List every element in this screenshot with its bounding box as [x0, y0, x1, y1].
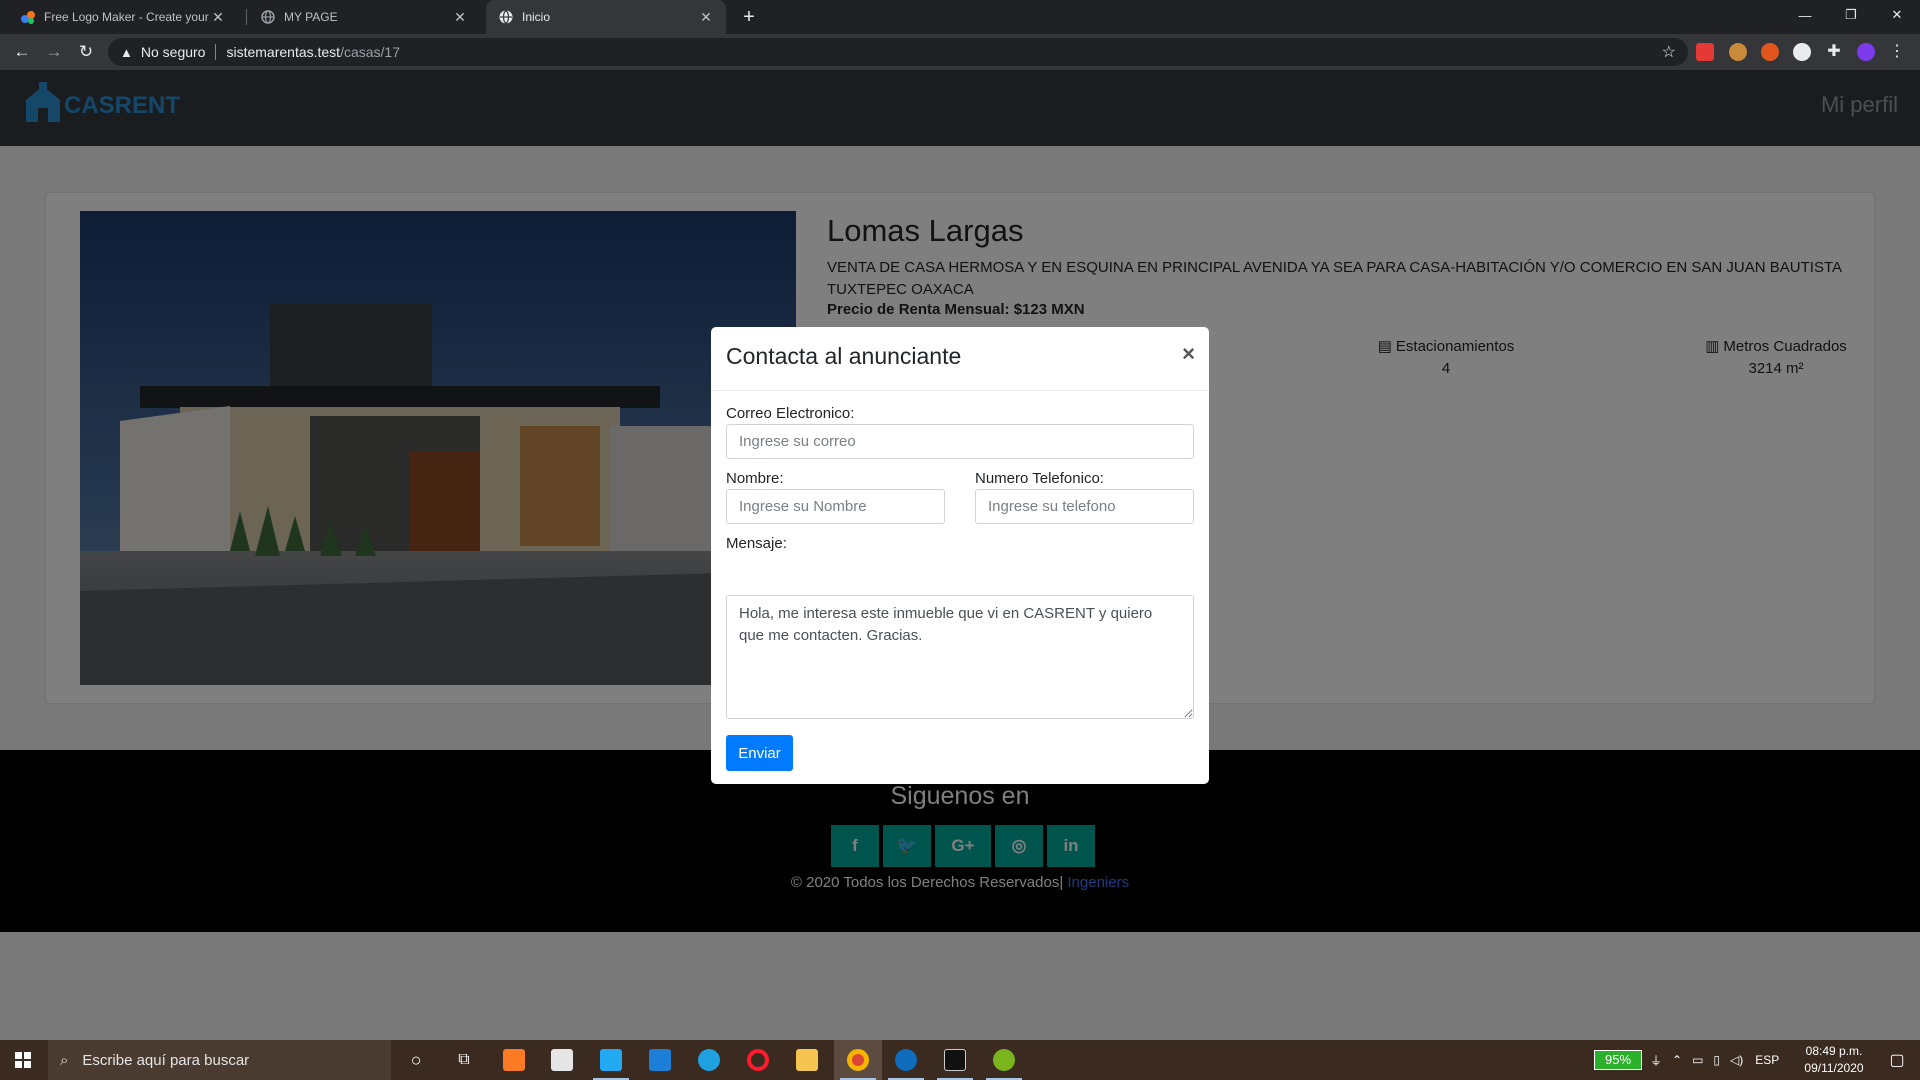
- message-field[interactable]: Hola, me interesa este inmueble que vi e…: [726, 595, 1194, 719]
- close-tab-icon[interactable]: ✕: [210, 9, 226, 25]
- globe-icon: [260, 9, 276, 25]
- back-arrow-icon[interactable]: ←: [8, 38, 36, 66]
- phone-label: Numero Telefonico:: [975, 470, 1104, 487]
- clock-date: 09/11/2020: [1804, 1061, 1864, 1075]
- close-icon[interactable]: ×: [1182, 341, 1195, 367]
- name-label: Nombre:: [726, 470, 784, 487]
- close-tab-icon[interactable]: ✕: [698, 9, 714, 25]
- close-window-icon[interactable]: ✕: [1874, 0, 1920, 30]
- edge-icon[interactable]: [685, 1040, 733, 1080]
- tab-logo-maker[interactable]: Free Logo Maker - Create your o ✕: [8, 0, 238, 34]
- store-icon[interactable]: [538, 1040, 586, 1080]
- send-button[interactable]: Enviar: [726, 735, 793, 771]
- message-label: Mensaje:: [726, 535, 787, 552]
- cookie-extension-icon[interactable]: [1729, 43, 1747, 61]
- search-icon: ⌕: [60, 1051, 69, 1069]
- restore-icon[interactable]: ❐: [1828, 0, 1874, 30]
- modal-title: Contacta al anunciante: [726, 343, 962, 369]
- tab-my-page[interactable]: MY PAGE ✕: [248, 0, 480, 34]
- contact-modal: Contacta al anunciante × Correo Electron…: [711, 327, 1209, 784]
- browser-tab-strip: Free Logo Maker - Create your o ✕ MY PAG…: [0, 0, 1920, 34]
- heidisql-icon[interactable]: [980, 1040, 1028, 1080]
- new-tab-button[interactable]: +: [736, 4, 762, 30]
- tab-title: MY PAGE: [284, 10, 338, 24]
- file-explorer-icon[interactable]: [783, 1040, 831, 1080]
- globe-icon: [498, 9, 514, 25]
- mail-icon[interactable]: [636, 1040, 684, 1080]
- web-page: CASRENT Mi perfil: [0, 70, 1920, 1040]
- email-field[interactable]: [726, 424, 1194, 459]
- circle-extension-icon[interactable]: [1793, 43, 1811, 61]
- battery-icon[interactable]: ▯: [1713, 1053, 1720, 1067]
- vscode-icon[interactable]: [587, 1040, 635, 1080]
- address-divider: [215, 44, 217, 60]
- url-host: sistemarentas.test: [226, 44, 341, 60]
- xampp-icon[interactable]: [490, 1040, 538, 1080]
- network-icon[interactable]: ▭: [1692, 1053, 1703, 1067]
- browser-toolbar: ← → ↻ ▲ No seguro sistemarentas.test /ca…: [0, 34, 1920, 70]
- warning-icon: ▲: [120, 44, 133, 60]
- address-bar[interactable]: ▲ No seguro sistemarentas.test /casas/17…: [108, 38, 1688, 66]
- task-view-icon[interactable]: ⧉: [440, 1040, 488, 1080]
- bookmark-star-icon[interactable]: ☆: [1662, 42, 1676, 62]
- tab-title: Free Logo Maker - Create your o: [44, 10, 210, 24]
- search-placeholder: Escribe aquí para buscar: [82, 1051, 250, 1069]
- reload-icon[interactable]: ↻: [72, 38, 100, 66]
- security-status[interactable]: No seguro: [141, 44, 206, 60]
- tray-icons: ⏚ ⌃ ▭ ▯ ◁) ESP: [1650, 1040, 1779, 1080]
- taskbar-search-box[interactable]: ⌕ Escribe aquí para buscar: [48, 1040, 391, 1080]
- tab-divider: [246, 9, 247, 25]
- url-path: /casas/17: [340, 44, 401, 60]
- taskbar-clock[interactable]: 08:49 p.m. 09/11/2020: [1794, 1043, 1874, 1077]
- name-field[interactable]: [726, 489, 945, 524]
- forward-arrow-icon[interactable]: →: [40, 38, 68, 66]
- modal-header: Contacta al anunciante ×: [711, 327, 1209, 391]
- power-plug-icon[interactable]: ⏚: [1650, 1052, 1662, 1069]
- clock-time: 08:49 p.m.: [1805, 1044, 1863, 1058]
- minimize-icon[interactable]: ―: [1782, 0, 1828, 30]
- phone-field[interactable]: [975, 489, 1194, 524]
- fire-extension-icon[interactable]: [1761, 43, 1779, 61]
- chevron-up-icon[interactable]: ⌃: [1672, 1053, 1682, 1067]
- puzzle-extensions-icon[interactable]: ✚: [1825, 43, 1843, 61]
- volume-icon[interactable]: ◁): [1730, 1053, 1743, 1067]
- windows-taskbar: ⌕ Escribe aquí para buscar ○ ⧉ 95% ⏚ ⌃ ▭…: [0, 1040, 1920, 1080]
- cortana-icon[interactable]: ○: [392, 1040, 440, 1080]
- terminal-icon[interactable]: [931, 1040, 979, 1080]
- pocket-extension-icon[interactable]: [1696, 43, 1714, 61]
- tab-inicio[interactable]: Inicio ✕: [486, 0, 726, 34]
- chrome-icon[interactable]: [834, 1040, 882, 1080]
- profile-avatar[interactable]: [1857, 43, 1875, 61]
- windows-start-icon[interactable]: [0, 1040, 46, 1080]
- menu-kebab-icon[interactable]: ⋮: [1888, 43, 1906, 61]
- tab-title: Inicio: [522, 10, 551, 24]
- email-label: Correo Electronico:: [726, 405, 855, 422]
- input-language[interactable]: ESP: [1755, 1053, 1779, 1067]
- close-tab-icon[interactable]: ✕: [452, 9, 468, 25]
- edge-dev-icon[interactable]: [882, 1040, 930, 1080]
- notifications-icon[interactable]: ▢: [1874, 1040, 1920, 1080]
- opera-icon[interactable]: [734, 1040, 782, 1080]
- battery-status[interactable]: 95%: [1594, 1050, 1642, 1070]
- logo-maker-favicon-icon: [20, 9, 36, 25]
